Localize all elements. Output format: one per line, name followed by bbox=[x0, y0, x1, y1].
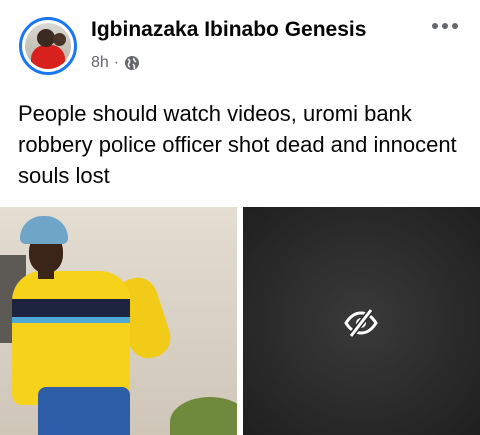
photo-sweater bbox=[12, 271, 130, 405]
sensitive-content-cover[interactable] bbox=[243, 207, 480, 435]
author-name[interactable]: Igbinazaka Ibinabo Genesis bbox=[91, 18, 366, 42]
post-photo[interactable] bbox=[0, 207, 237, 435]
more-dot bbox=[442, 23, 448, 29]
globe-icon[interactable] bbox=[124, 55, 140, 71]
photo-sweater-stripe bbox=[12, 299, 130, 317]
avatar-second-person bbox=[53, 33, 66, 46]
avatar-person-body bbox=[31, 45, 65, 69]
post-time[interactable]: 8h bbox=[91, 54, 109, 72]
post-header: Igbinazaka Ibinabo Genesis 8h · bbox=[0, 0, 480, 90]
post-media bbox=[0, 207, 480, 435]
more-options-icon[interactable] bbox=[432, 23, 458, 29]
photo-sweater-stripe-blue bbox=[12, 317, 130, 323]
feed-post: Igbinazaka Ibinabo Genesis 8h · People s… bbox=[0, 0, 480, 435]
eye-off-icon bbox=[344, 308, 378, 338]
post-text: People should watch videos, uromi bank r… bbox=[18, 101, 457, 188]
more-dot bbox=[432, 23, 438, 29]
meta-separator: · bbox=[113, 54, 120, 71]
author-avatar[interactable] bbox=[19, 17, 77, 75]
photo-jeans bbox=[38, 387, 130, 435]
post-meta: 8h · bbox=[91, 53, 140, 73]
avatar-photo bbox=[25, 23, 71, 69]
more-dot bbox=[452, 23, 458, 29]
